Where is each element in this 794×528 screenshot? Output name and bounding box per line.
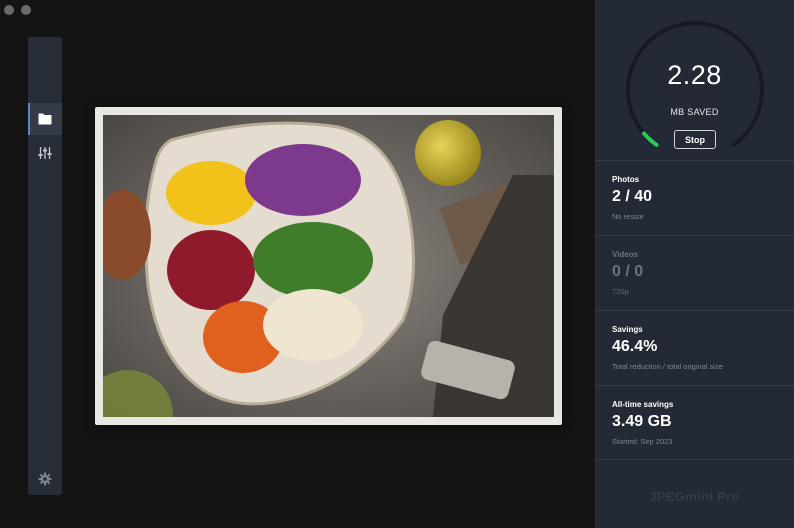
savings-stat-title: Savings — [612, 325, 643, 334]
settings-sliders-button[interactable] — [28, 137, 62, 169]
preferences-button[interactable] — [28, 463, 62, 495]
photos-stat: Photos 2 / 40 No resize — [595, 160, 794, 235]
open-folder-button[interactable] — [28, 103, 62, 135]
folder-icon — [38, 113, 52, 125]
all-time-savings-title: All-time savings — [612, 400, 674, 409]
savings-gauge: 2.28 MB SAVED Stop — [595, 0, 794, 160]
photos-stat-value: 2 / 40 — [612, 188, 653, 205]
left-toolbar — [28, 37, 62, 495]
stats-sidebar: 2.28 MB SAVED Stop Photos 2 / 40 No resi… — [595, 0, 794, 528]
videos-stat: Videos 0 / 0 720p — [595, 235, 794, 310]
all-time-savings-value: 3.49 GB — [612, 413, 672, 430]
brand-watermark: JPEGmini Pro — [649, 489, 740, 504]
sliders-icon — [38, 147, 52, 159]
savings-stat: Savings 46.4% Total reduction / total or… — [595, 310, 794, 385]
savings-stat-sub: Total reduction / total original size — [612, 362, 723, 371]
videos-stat-value: 0 / 0 — [612, 263, 644, 280]
stop-button[interactable]: Stop — [674, 130, 716, 149]
videos-stat-sub: 720p — [612, 287, 629, 296]
gear-icon — [38, 472, 52, 486]
minimize-window-dot[interactable] — [21, 5, 31, 15]
food-photo-preview — [103, 115, 554, 417]
photo-preview-frame — [95, 107, 562, 425]
all-time-savings-sub: Started: Sep 2023 — [612, 437, 673, 446]
photos-stat-title: Photos — [612, 175, 640, 184]
all-time-savings-stat: All-time savings 3.49 GB Started: Sep 20… — [595, 385, 794, 460]
savings-stat-value: 46.4% — [612, 338, 658, 355]
close-window-dot[interactable] — [4, 5, 14, 15]
mb-saved-value: 2.28 — [667, 60, 722, 90]
window-controls — [4, 5, 31, 15]
mb-saved-label: MB SAVED — [670, 107, 719, 117]
photos-stat-sub: No resize — [612, 212, 644, 221]
videos-stat-title: Videos — [612, 250, 639, 259]
